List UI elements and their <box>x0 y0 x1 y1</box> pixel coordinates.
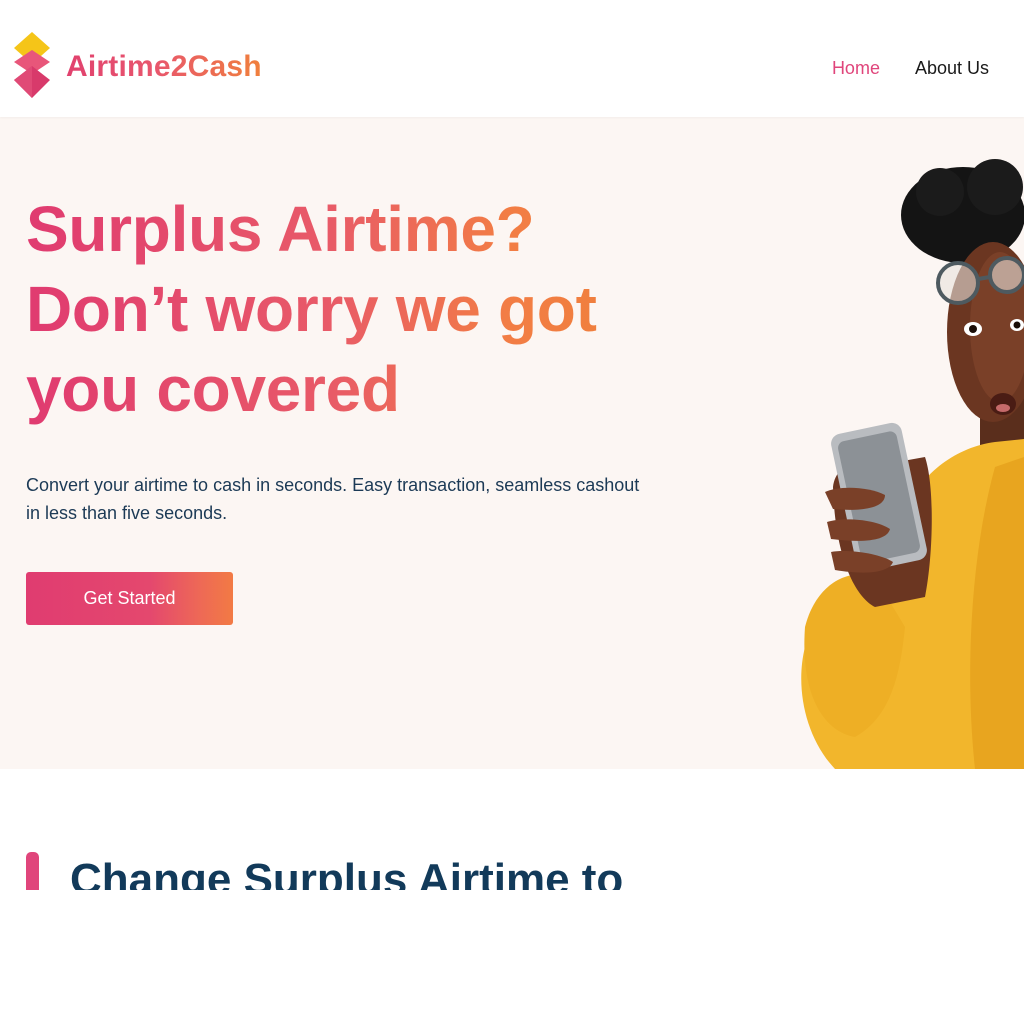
page: Airtime2Cash Home About Us Surplus Airti… <box>0 0 1024 1024</box>
section-accent-bar <box>26 852 39 890</box>
hero-section: Surplus Airtime? Don’t worry we got you … <box>0 117 1024 769</box>
nav-about-link[interactable]: About Us <box>915 58 989 79</box>
hero-title: Surplus Airtime? Don’t worry we got you … <box>26 189 626 429</box>
get-started-button[interactable]: Get Started <box>26 572 233 625</box>
nav-home-link[interactable]: Home <box>832 58 880 79</box>
brand-name: Airtime2Cash <box>66 50 262 83</box>
change-airtime-section: Change Surplus Airtime to <box>0 769 1024 890</box>
hero-person-image <box>801 159 1024 769</box>
section-title: Change Surplus Airtime to <box>70 855 624 890</box>
brand-logo[interactable]: Airtime2Cash <box>10 32 262 102</box>
main-nav: Home About Us <box>832 58 989 79</box>
hero-subtitle: Convert your airtime to cash in seconds.… <box>26 475 640 523</box>
site-header: Airtime2Cash Home About Us <box>0 0 1024 117</box>
logo-mark-icon <box>14 32 50 98</box>
